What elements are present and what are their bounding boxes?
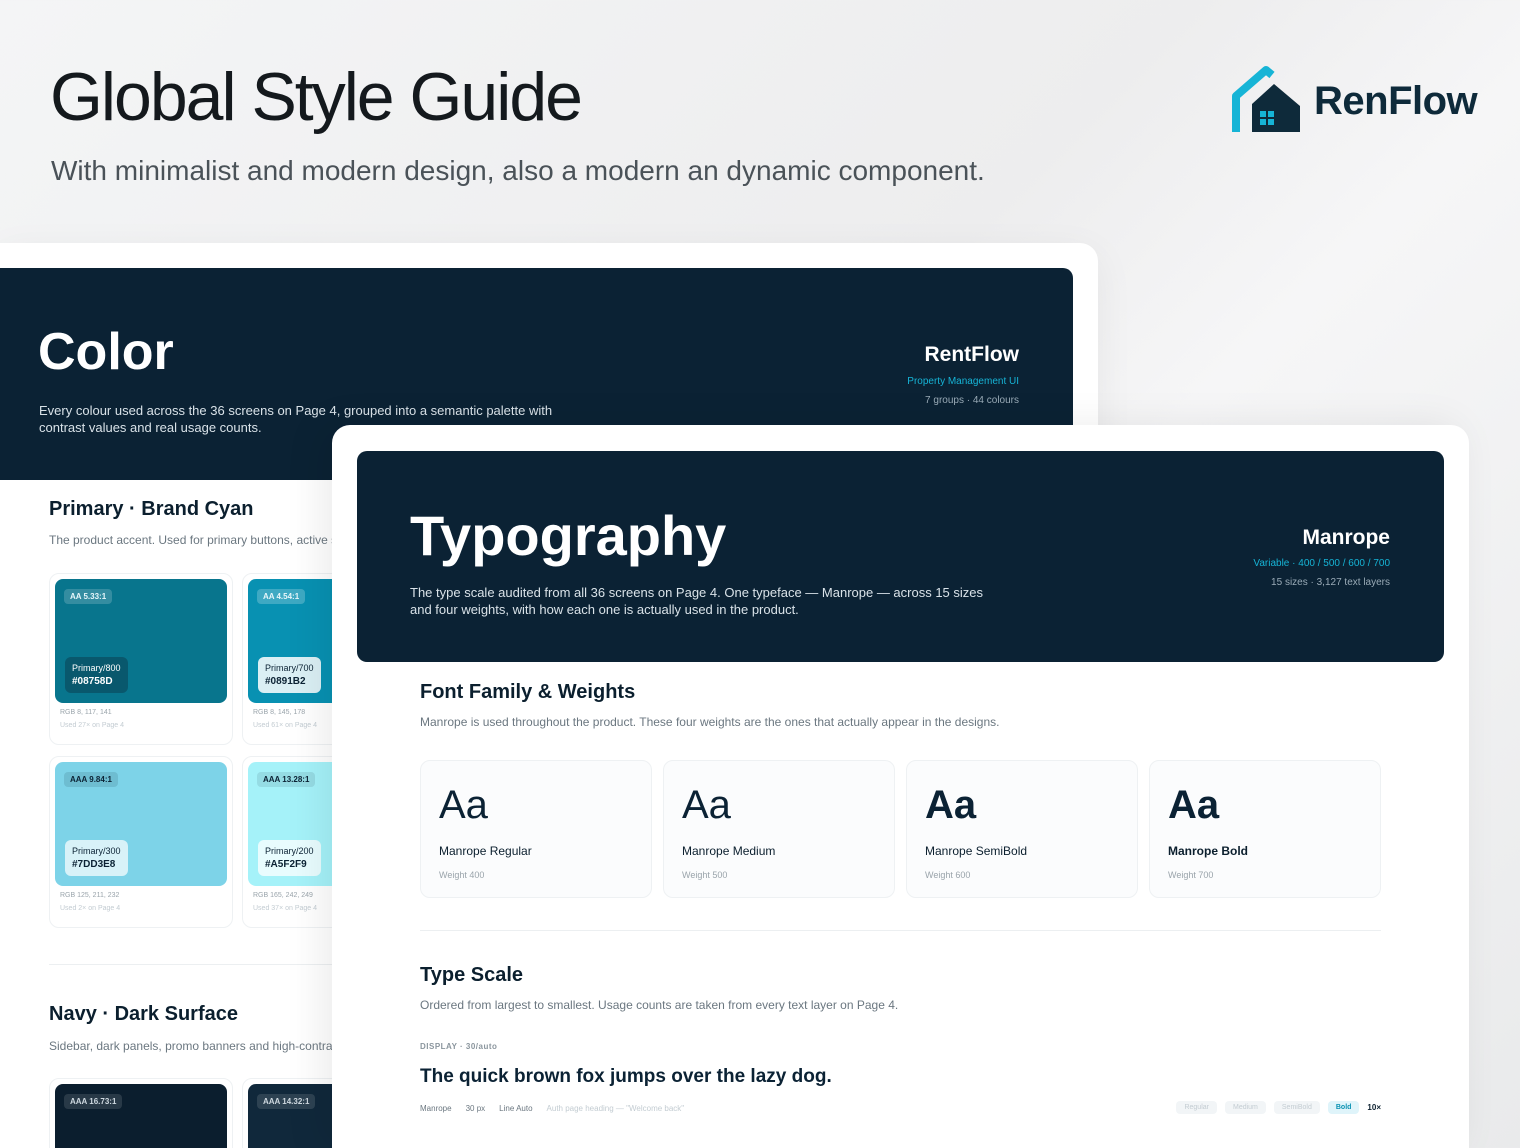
weight-sample: Aa <box>439 783 488 827</box>
swatch-usage: Used 2× on Page 4 <box>60 905 121 912</box>
weight-value: Weight 500 <box>682 870 728 880</box>
section-divider <box>49 964 339 965</box>
weight-value: Weight 700 <box>1168 870 1214 880</box>
swatch-usage: Used 27× on Page 4 <box>60 722 125 729</box>
meta-usage: Auth page heading — "Welcome back" <box>546 1104 685 1113</box>
swatch-label: Primary/800 #08758D <box>65 657 128 693</box>
font-tag: Variable · 400 / 500 / 600 / 700 <box>1253 558 1390 569</box>
contrast-badge: AA 5.33:1 <box>64 589 113 604</box>
brand-tag: Property Management UI <box>907 376 1019 387</box>
weight-card-semibold[interactable]: Aa Manrope SemiBold Weight 600 <box>906 760 1138 898</box>
weight-value: Weight 600 <box>925 870 971 880</box>
swatch-usage: Used 37× on Page 4 <box>253 905 318 912</box>
chip-medium[interactable]: Medium <box>1224 1101 1266 1114</box>
swatch-hex: #7DD3E8 <box>72 859 116 870</box>
family-heading: Font Family & Weights <box>420 681 636 703</box>
contrast-badge: AAA 9.84:1 <box>64 772 118 787</box>
weight-card-regular[interactable]: Aa Manrope Regular Weight 400 <box>420 760 652 898</box>
navy-description: Sidebar, dark panels, promo banners and … <box>49 1039 339 1053</box>
swatch-card[interactable]: AAA 9.84:1 Primary/300 #7DD3E8 RGB 125, … <box>49 756 233 928</box>
family-description: Manrope is used throughout the product. … <box>420 715 1000 729</box>
brand-meta: 7 groups · 44 colours <box>925 395 1019 406</box>
scale-kicker: DISPLAY · 30/auto <box>420 1042 498 1051</box>
meta-family: Manrope <box>420 1104 452 1113</box>
weight-sample: Aa <box>1168 783 1220 827</box>
weight-chips: Regular Medium SemiBold Bold 10× <box>1176 1101 1381 1114</box>
color-swatch: AAA 9.84:1 Primary/300 #7DD3E8 <box>55 762 227 886</box>
swatch-card[interactable]: AA 5.33:1 Primary/800 #08758D RGB 8, 117… <box>49 573 233 745</box>
primary-heading: Primary · Brand Cyan <box>49 498 254 520</box>
swatch-rgb: RGB 125, 211, 232 <box>60 892 120 899</box>
swatch-name: Primary/300 <box>72 846 121 856</box>
swatch-name: Primary/200 <box>265 846 314 856</box>
brand-name: RentFlow <box>924 343 1020 366</box>
swatch-label: Primary/700 #0891B2 <box>258 657 321 693</box>
scale-heading: Type Scale <box>420 964 524 986</box>
swatch-name: Primary/700 <box>265 663 314 673</box>
contrast-badge: AAA 16.73:1 <box>64 1094 123 1109</box>
typography-banner: Typography The type scale audited from a… <box>357 451 1444 662</box>
primary-description: The product accent. Used for primary but… <box>49 533 338 547</box>
contrast-badge: AAA 14.32:1 <box>257 1094 316 1109</box>
page-title: Global Style Guide <box>50 59 583 135</box>
swatch-rgb: RGB 8, 117, 141 <box>60 709 112 716</box>
page-subtitle: With minimalist and modern design, also … <box>51 155 985 186</box>
typography-card: Typography The type scale audited from a… <box>332 425 1469 1148</box>
swatch-card[interactable]: AAA 16.73:1 <box>49 1078 233 1148</box>
chip-semibold[interactable]: SemiBold <box>1273 1101 1320 1114</box>
typography-description: The type scale audited from all 36 scree… <box>410 585 984 617</box>
section-divider <box>420 930 1381 931</box>
weight-name: Manrope Regular <box>439 844 532 858</box>
navy-heading: Navy · Dark Surface <box>49 1003 238 1025</box>
meta-line: Line Auto <box>499 1104 533 1113</box>
swatch-usage: Used 61× on Page 4 <box>253 722 318 729</box>
swatch-hex: #0891B2 <box>265 676 306 687</box>
color-swatch: AAA 16.73:1 <box>55 1084 227 1148</box>
swatch-label: Primary/300 #7DD3E8 <box>65 840 128 876</box>
weight-name: Manrope SemiBold <box>925 844 1028 858</box>
contrast-badge: AAA 13.28:1 <box>257 772 316 787</box>
typography-title: Typography <box>410 504 727 567</box>
font-meta: 15 sizes · 3,127 text layers <box>1271 577 1390 588</box>
weight-name: Manrope Medium <box>682 844 776 858</box>
font-name: Manrope <box>1302 526 1390 549</box>
meta-size: 30 px <box>465 1104 486 1113</box>
logo-text: RenFlow <box>1314 78 1478 123</box>
brand-logo: RenFlow <box>1232 66 1478 136</box>
house-logo-icon <box>1232 66 1300 132</box>
weight-sample: Aa <box>925 783 977 827</box>
contrast-badge: AA 4.54:1 <box>257 589 306 604</box>
scale-meta: Manrope 30 px Line Auto Auth page headin… <box>420 1104 684 1113</box>
swatch-name: Primary/800 <box>72 663 121 673</box>
weight-sample: Aa <box>682 783 731 827</box>
swatch-hex: #08758D <box>72 676 113 687</box>
color-title: Color <box>38 323 174 381</box>
swatch-hex: #A5F2F9 <box>265 859 307 870</box>
scale-description: Ordered from largest to smallest. Usage … <box>420 998 899 1012</box>
weight-value: Weight 400 <box>439 870 485 880</box>
chip-regular[interactable]: Regular <box>1176 1101 1217 1114</box>
swatch-label: Primary/200 #A5F2F9 <box>258 840 321 876</box>
weight-card-bold[interactable]: Aa Manrope Bold Weight 700 <box>1149 760 1381 898</box>
swatch-rgb: RGB 8, 145, 178 <box>253 709 306 716</box>
chip-bold[interactable]: Bold <box>1327 1101 1360 1114</box>
swatch-rgb: RGB 165, 242, 249 <box>253 892 313 899</box>
weight-name: Manrope Bold <box>1168 844 1248 858</box>
color-swatch: AA 5.33:1 Primary/800 #08758D <box>55 579 227 703</box>
usage-count: 10× <box>1367 1103 1381 1112</box>
type-sample: The quick brown fox jumps over the lazy … <box>420 1066 832 1087</box>
weight-card-medium[interactable]: Aa Manrope Medium Weight 500 <box>663 760 895 898</box>
